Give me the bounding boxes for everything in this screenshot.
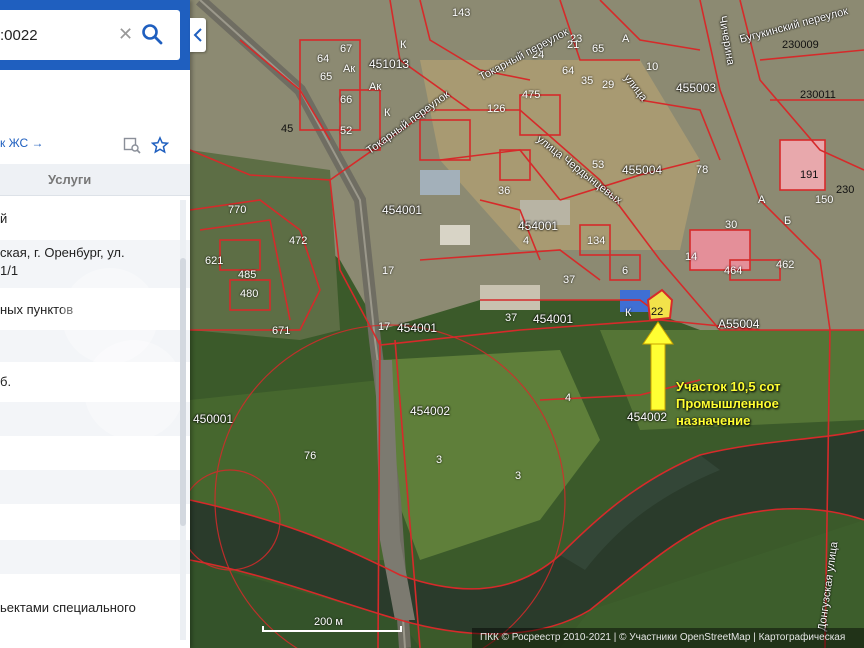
plot-label: 475 [522,89,541,101]
plot-label: 53 [592,159,605,171]
map-search-icon[interactable] [123,136,141,154]
plot-label: 6 [622,265,629,277]
marker-label: А [622,33,630,45]
block-label: 455003 [676,81,717,95]
marker-label: К [625,307,632,319]
plot-label: 4 [523,235,530,247]
decorative-shape [84,340,184,440]
plot-label: 134 [587,235,606,247]
search-input[interactable] [0,22,112,48]
plot-label: 191 [800,169,819,181]
search-header: ✕ [0,0,190,70]
info-row: ьектами специального [0,600,136,615]
plot-label: 143 [452,7,471,19]
plot-label: 45 [281,123,294,135]
plot-label: 17 [378,321,391,333]
block-label: 454001 [397,321,438,335]
marker-label: Ак [343,63,356,75]
block-label: 230009 [782,39,819,51]
block-label: 451013 [369,57,410,71]
tab-services[interactable]: Услуги [48,172,91,187]
plot-label: 770 [228,204,247,216]
plot-label: 67 [340,43,353,55]
chevron-left-icon [193,28,202,42]
info-row-empty [0,470,190,504]
annotation-line-purpose: Промышленное [676,396,779,411]
plot-label: 65 [592,43,605,55]
marker-label: Б [784,215,792,227]
plot-label: 14 [685,251,698,263]
close-icon[interactable]: ✕ [118,24,133,45]
info-panel: ✕ к ЖС → Услуги й ская, г. Оренбур [0,0,190,648]
plot-label: 30 [725,219,738,231]
block-label: 454001 [518,219,559,233]
plot-label: 21 [567,39,580,51]
plot-label: 17 [382,265,395,277]
plot-label: 37 [563,274,576,286]
block-label: 454001 [382,203,423,217]
panel-link-row: к ЖС → [0,136,190,154]
plot-label: 485 [238,269,257,281]
plot-label: 35 [581,75,594,87]
marker-label: К [400,39,407,51]
block-label: 454001 [533,312,574,326]
marker-label: К [384,107,391,119]
plot-annotation: Участок 10,5 сот Промышленное назначение [676,378,780,429]
plot-label: 464 [724,265,743,277]
plot-label: 29 [602,79,615,91]
scale-bar-label: 200 м [314,616,343,628]
plot-label: 671 [272,325,291,337]
block-label: 230011 [800,89,836,101]
map-attribution[interactable]: ПКК © Росреестр 2010-2021 | © Участники … [472,628,864,648]
plot-label: 480 [240,288,259,300]
plot-label: 36 [498,185,511,197]
plot-label: 76 [304,450,317,462]
housing-link[interactable]: к ЖС → [0,136,44,150]
marker-label: А [758,194,766,206]
plot-label: 472 [289,235,308,247]
plot-label: 64 [562,65,575,77]
search-box: ✕ [0,10,180,60]
annotation-line-purpose-2: назначение [676,413,751,428]
address-line-1: ская, г. Оренбург, ул. [0,245,125,260]
plot-label: 3 [436,454,443,466]
collapse-panel-button[interactable] [190,18,206,52]
scale-bar: 200 м [262,616,402,634]
search-icon[interactable] [140,22,164,46]
plot-label: 78 [696,164,709,176]
plot-label: 52 [340,125,353,137]
block-label: 230 [836,184,855,196]
plot-label: 150 [815,194,834,206]
selected-plot-label[interactable]: 22 [651,307,663,318]
plot-label: 4 [565,392,572,404]
plot-label: 621 [205,255,224,267]
app-root: 451013 455003 455004 454001 454001 45400… [0,0,864,648]
block-label: A55004 [718,317,760,331]
marker-label: Ак [369,81,382,93]
block-label: 455004 [622,163,663,177]
info-row-empty [0,540,190,574]
plot-label: 66 [340,94,353,106]
plot-label: 65 [320,71,333,83]
plot-label: 10 [646,61,659,73]
plot-label: 462 [776,259,795,271]
plot-label: 64 [317,53,330,65]
block-label: 454002 [410,404,451,418]
info-row: й [0,211,8,226]
annotation-line-area: Участок 10,5 сот [676,379,781,394]
plot-label: 37 [505,312,518,324]
panel-tabs: Услуги [0,164,190,196]
block-label: 450001 [193,412,234,426]
plot-label: 126 [487,103,506,115]
star-icon[interactable] [151,136,169,154]
plot-label: 3 [515,470,522,482]
scrollbar-thumb[interactable] [180,258,186,526]
block-label: 454002 [627,410,668,424]
